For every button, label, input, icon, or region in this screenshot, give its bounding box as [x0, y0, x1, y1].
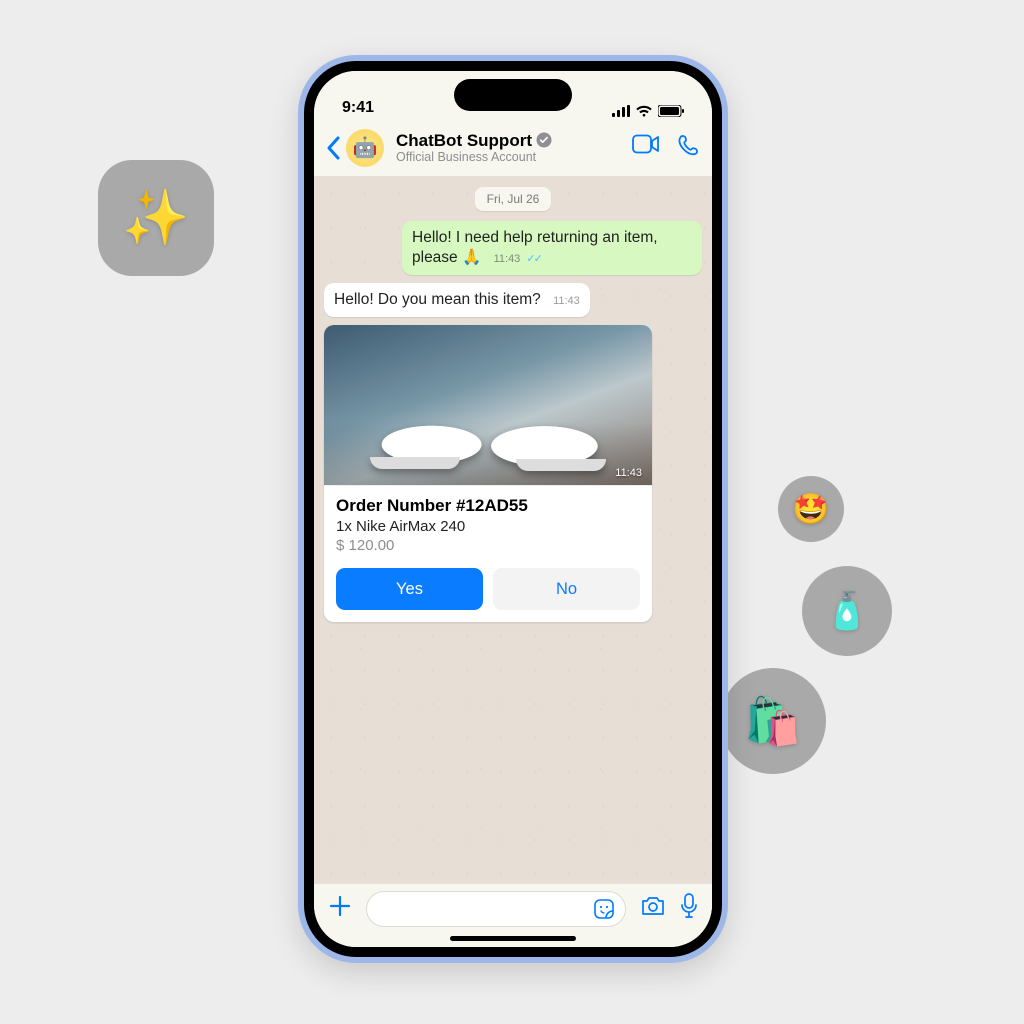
shoe-graphic: [347, 399, 629, 475]
product-body: Order Number #12AD55 1x Nike AirMax 240 …: [324, 485, 652, 568]
product-card: 11:43 Order Number #12AD55 1x Nike AirMa…: [324, 325, 652, 622]
verified-icon: [536, 132, 552, 148]
incoming-text: Hello! Do you mean this item?: [334, 291, 541, 308]
chat-header: 🤖 ChatBot Support Official Business Acco…: [314, 119, 712, 177]
chat-title: ChatBot Support: [396, 131, 532, 151]
read-ticks-icon: ✓✓: [526, 253, 540, 265]
order-line: 1x Nike AirMax 240: [336, 518, 640, 535]
outgoing-meta: 11:43 ✓✓: [494, 252, 541, 266]
sparkle-icon: ✨: [122, 187, 189, 250]
star-struck-icon: 🤩: [792, 492, 829, 527]
incoming-message[interactable]: Hello! Do you mean this item? 11:43: [324, 283, 590, 317]
deco-bottle-blob: 🧴: [802, 566, 892, 656]
attach-button[interactable]: [328, 894, 352, 923]
phone-screen: 9:41 🤖 ChatBot Support Official Business…: [304, 61, 722, 957]
sticker-icon: [593, 898, 615, 920]
product-image-time: 11:43: [615, 467, 642, 479]
phone-frame: 9:41 🤖 ChatBot Support Official Business…: [298, 55, 728, 963]
back-button[interactable]: [326, 136, 340, 160]
video-call-button[interactable]: [632, 134, 660, 161]
shopping-bags-icon: 🛍️: [744, 694, 801, 749]
chat-body[interactable]: Fri, Jul 26 Hello! I need help returning…: [314, 177, 712, 883]
status-time: 9:41: [342, 99, 374, 117]
incoming-time: 11:43: [553, 294, 580, 308]
message-input[interactable]: [366, 891, 626, 927]
avatar-emoji: 🤖: [353, 135, 378, 160]
phone-icon: [678, 134, 700, 156]
lotion-icon: 🧴: [825, 590, 870, 632]
camera-icon: [640, 895, 666, 917]
order-title: Order Number #12AD55: [336, 496, 640, 516]
product-actions: Yes No: [324, 568, 652, 622]
order-price: $ 120.00: [336, 537, 640, 554]
deco-bags-blob: 🛍️: [720, 668, 826, 774]
dynamic-island: [454, 79, 572, 111]
outgoing-message[interactable]: Hello! I need help returning an item, pl…: [402, 221, 702, 275]
audio-call-button[interactable]: [678, 134, 700, 161]
battery-icon: [658, 105, 684, 117]
deco-sparkle-blob: ✨: [98, 160, 214, 276]
no-button[interactable]: No: [493, 568, 640, 610]
mic-button[interactable]: [680, 893, 698, 924]
video-icon: [632, 134, 660, 154]
outgoing-time: 11:43: [494, 253, 521, 265]
plus-icon: [328, 894, 352, 918]
home-indicator: [450, 936, 576, 941]
mic-icon: [680, 893, 698, 919]
date-chip: Fri, Jul 26: [475, 187, 552, 211]
product-image[interactable]: 11:43: [324, 325, 652, 485]
chevron-left-icon: [326, 136, 340, 160]
camera-button[interactable]: [640, 895, 666, 922]
status-indicators: [612, 105, 684, 117]
wifi-icon: [636, 105, 652, 117]
deco-face-blob: 🤩: [778, 476, 844, 542]
cellular-icon: [612, 105, 630, 117]
chat-subtitle: Official Business Account: [396, 150, 626, 164]
chat-title-block[interactable]: ChatBot Support Official Business Accoun…: [396, 131, 626, 165]
yes-button[interactable]: Yes: [336, 568, 483, 610]
avatar[interactable]: 🤖: [346, 129, 384, 167]
